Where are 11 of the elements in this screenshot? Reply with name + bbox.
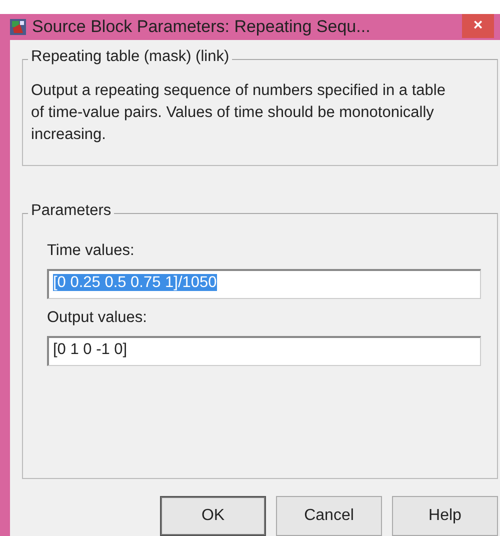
window-title: Source Block Parameters: Repeating Sequ... bbox=[32, 17, 372, 37]
input-field[interactable]: [0 1 0 -1 0] bbox=[47, 336, 481, 366]
field-label: Output values: bbox=[47, 309, 147, 327]
app-icon bbox=[10, 19, 26, 35]
ok-button[interactable]: OK bbox=[160, 496, 266, 536]
close-button[interactable]: × bbox=[462, 14, 494, 38]
description-text: Output a repeating sequence of numbers specified in a table of time-value pairs. Values of time should be monotonically increasing. bbox=[31, 81, 446, 145]
help-button[interactable]: Help bbox=[392, 496, 498, 536]
cancel-button[interactable]: Cancel bbox=[276, 496, 382, 536]
group-title: Repeating table (mask) (link) bbox=[28, 48, 232, 66]
field-label: Time values: bbox=[47, 242, 134, 260]
